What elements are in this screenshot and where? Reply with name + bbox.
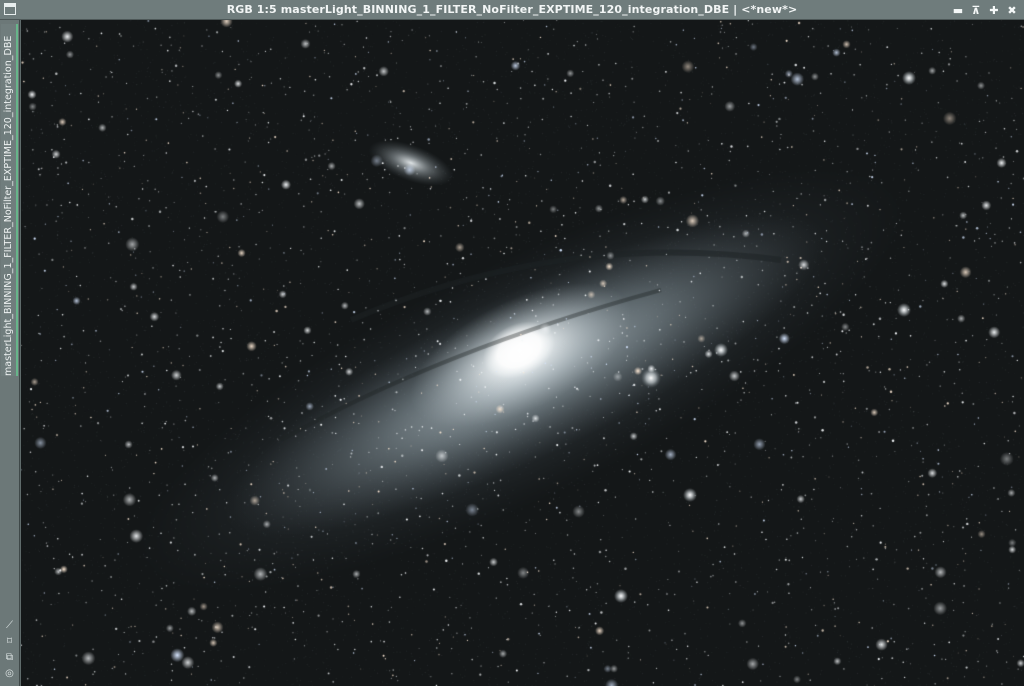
image-sidebar: masterLight_BINNING_1_FILTER_NoFilter_EX… xyxy=(0,20,20,686)
window-title: RGB 1:5 masterLight_BINNING_1_FILTER_NoF… xyxy=(226,3,798,16)
image-viewport[interactable] xyxy=(21,20,1024,686)
sidebar-tools: ⟋ ⌑ ⧉ ◎ xyxy=(3,620,16,680)
target-icon[interactable]: ◎ xyxy=(3,668,16,680)
maximize-button[interactable]: ✚ xyxy=(986,1,1002,19)
window-controls: ▬ ⊼ ✚ ✖ xyxy=(950,1,1020,19)
view-tab-label: masterLight_BINNING_1_FILTER_NoFilter_EX… xyxy=(3,35,14,376)
view-identifier-tab[interactable]: masterLight_BINNING_1_FILTER_NoFilter_EX… xyxy=(1,24,18,376)
collapse-icon[interactable]: ⟋ xyxy=(3,620,16,632)
minimize-button[interactable]: ▬ xyxy=(950,1,966,19)
title-bar[interactable]: RGB 1:5 masterLight_BINNING_1_FILTER_NoF… xyxy=(0,0,1024,20)
clone-icon[interactable]: ⧉ xyxy=(3,652,16,664)
close-button[interactable]: ✖ xyxy=(1004,1,1020,19)
fit-icon[interactable]: ⌑ xyxy=(3,636,16,648)
galaxy-image xyxy=(21,20,1024,686)
shade-button[interactable]: ⊼ xyxy=(968,1,984,19)
